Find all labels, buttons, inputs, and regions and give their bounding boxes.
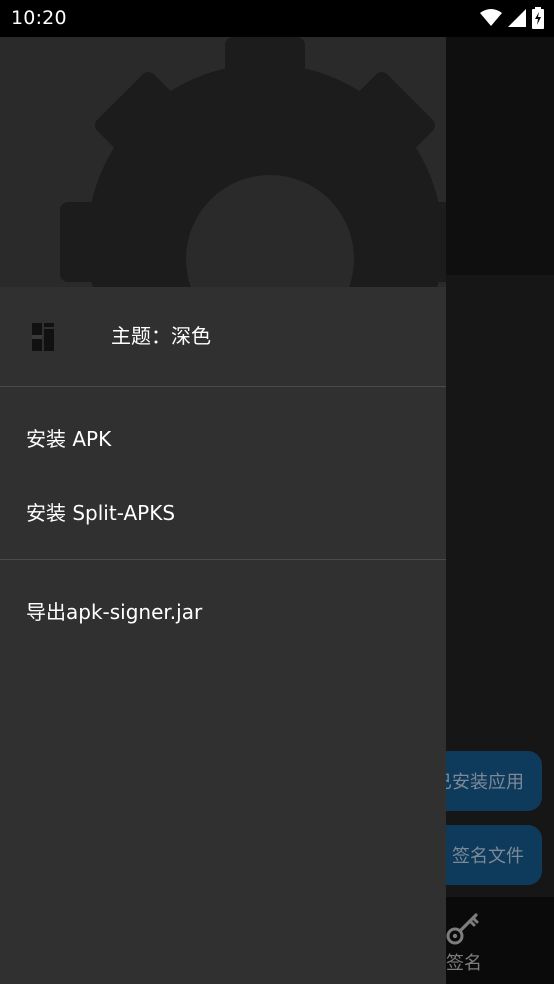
menu-item-label: 安装 Split-APKS <box>26 500 176 525</box>
status-time: 10:20 <box>11 7 67 29</box>
drawer-divider <box>0 559 446 560</box>
status-bar: 10:20 <box>0 0 554 37</box>
gear-icon <box>60 37 446 287</box>
menu-item-install-split-apks[interactable]: 安装 Split-APKS <box>0 481 446 541</box>
background-app-header <box>446 37 554 275</box>
menu-item-install-apk[interactable]: 安装 APK <box>0 407 446 467</box>
theme-label: 主题：深色 <box>111 324 211 348</box>
wifi-icon <box>480 9 502 26</box>
theme-toggle-row[interactable]: 主题：深色 <box>0 287 446 386</box>
nav-label-sign[interactable]: 签名 <box>446 949 482 975</box>
status-icons <box>480 7 544 29</box>
drawer-divider <box>0 386 446 387</box>
menu-item-label: 安装 APK <box>26 426 112 451</box>
menu-item-export-apk-signer[interactable]: 导出apk-signer.jar <box>0 580 446 640</box>
theme-icon <box>32 323 54 351</box>
key-icon[interactable] <box>446 911 480 945</box>
battery-charging-icon <box>532 7 544 29</box>
drawer-header <box>0 37 446 287</box>
background-bottom-nav: 签名 <box>446 897 554 984</box>
signal-icon <box>508 9 526 27</box>
menu-item-label: 导出apk-signer.jar <box>26 599 203 624</box>
navigation-drawer: 主题：深色 安装 APK 安装 Split-APKS 导出apk-signer.… <box>0 37 446 984</box>
